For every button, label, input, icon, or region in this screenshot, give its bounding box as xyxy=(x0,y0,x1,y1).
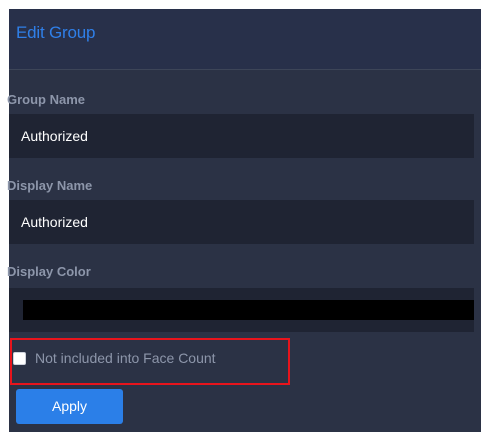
panel-header: Edit Group xyxy=(9,9,481,70)
group-name-value: Authorized xyxy=(21,128,88,144)
apply-button[interactable]: Apply xyxy=(16,389,123,424)
panel-title: Edit Group xyxy=(16,23,96,42)
group-name-label: Group Name xyxy=(7,92,86,107)
color-swatch[interactable] xyxy=(23,300,474,320)
display-color-picker[interactable] xyxy=(9,288,474,332)
display-name-value: Authorized xyxy=(21,214,88,230)
display-color-label: Display Color xyxy=(7,264,91,279)
face-count-label[interactable]: Not included into Face Count xyxy=(35,350,216,366)
display-name-label: Display Name xyxy=(7,178,93,193)
face-count-checkbox[interactable] xyxy=(13,352,26,365)
group-name-input[interactable]: Authorized xyxy=(9,114,474,158)
display-name-input[interactable]: Authorized xyxy=(9,200,474,244)
